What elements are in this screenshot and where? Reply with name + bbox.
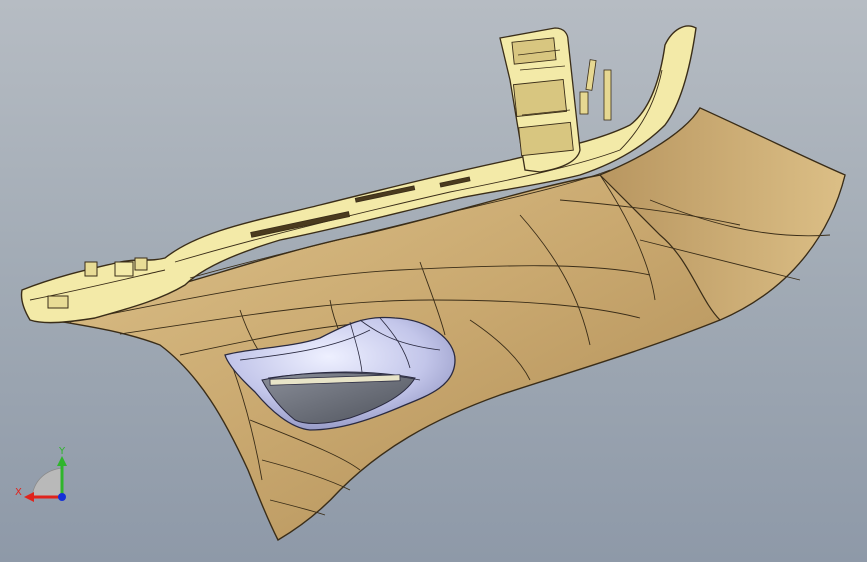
y-axis-label: Y <box>58 446 66 457</box>
graphics-viewport[interactable]: X Y <box>0 0 867 562</box>
coordinate-triad: X Y <box>15 446 67 502</box>
z-axis-dot <box>58 493 66 501</box>
model-view[interactable]: X Y <box>0 0 867 562</box>
x-axis-label: X <box>15 487 22 498</box>
triad-plane <box>31 467 63 498</box>
y-axis-arrow <box>57 456 67 466</box>
x-axis-arrow <box>24 492 34 502</box>
upper-ribs <box>579 59 612 121</box>
